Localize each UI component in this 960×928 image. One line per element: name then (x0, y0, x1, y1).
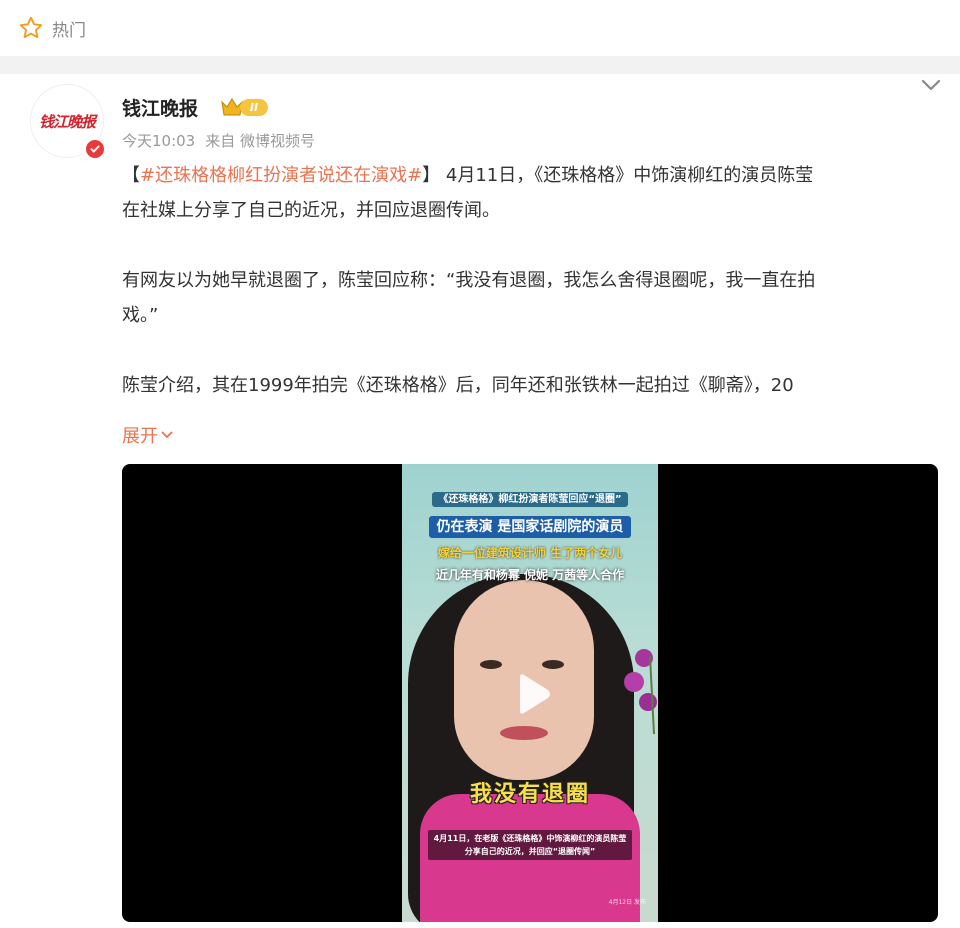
expand-button[interactable]: 展开 (122, 422, 174, 448)
video-caption-bottom: 4月11日，在老版《还珠格格》中饰演柳红的演员陈莹 分享自己的近况，并回应“退圈… (402, 830, 658, 860)
logo-text: 钱江晚报 (38, 112, 96, 131)
video-caption-blue-text: 仍在表演 是国家话剧院的演员 (428, 516, 632, 538)
bracket-open: 【 (122, 165, 140, 186)
video-caption-top-text: 《还珠格格》柳红扮演者陈莹回应“退圈” (432, 492, 628, 507)
post-text-1: 4月11日，《还珠格格》中饰演柳红的演员陈莹 (445, 165, 814, 186)
verified-icon (84, 138, 106, 160)
video-date-mark: 4月12日 发布 (608, 899, 646, 906)
source-prefix: 来自 (205, 132, 236, 150)
post-body: 【#还珠格格柳红扮演者说还在演戏#】 4月11日，《还珠格格》中饰演柳红的演员陈… (122, 158, 942, 403)
chevron-down-icon[interactable] (918, 74, 944, 96)
video-subtitle: 我没有退圈 (469, 782, 590, 807)
play-icon[interactable] (506, 669, 556, 719)
hot-header: 热门 (0, 0, 960, 56)
post-line: 陈莹介绍，其在1999年拍完《还珠格格》后，同年还和张铁林一起拍过《聊斋》，20 (122, 375, 794, 396)
orchid-decoration (624, 649, 657, 735)
vip-badge[interactable]: II (220, 96, 268, 118)
video-caption-yellow: 嫁给一位建筑设计师 生了两个女儿 (437, 546, 623, 560)
post-time[interactable]: 今天10:03 (122, 130, 195, 151)
post-line: 在社媒上分享了自己的近况，并回应退圈传闻。 (122, 200, 500, 221)
post-meta: 今天10:03 来自 微博视频号 (122, 130, 315, 151)
section-divider (0, 56, 960, 74)
video-caption-blue: 仍在表演 是国家话剧院的演员 (402, 516, 658, 538)
post-line: 有网友以为她早就退圈了，陈莹回应称：“我没有退圈，我怎么舍得退圈呢，我一直在拍 (122, 270, 816, 291)
user-name[interactable]: 钱江晚报 (122, 94, 198, 121)
video-person-eye (542, 660, 564, 669)
vip-level: II (240, 98, 268, 116)
chevron-down-icon (161, 431, 173, 438)
post-line: 戏。” (122, 305, 159, 326)
bracket-close: 】 (422, 165, 441, 186)
video-person-lips (500, 726, 548, 740)
video-player[interactable]: 《还珠格格》柳红扮演者陈莹回应“退圈” 仍在表演 是国家话剧院的演员 嫁给一位建… (122, 464, 938, 922)
video-caption-bottom-line: 4月11日，在老版《还珠格格》中饰演柳红的演员陈莹 (433, 834, 627, 843)
video-caption-white: 近几年有和杨幂 倪妮 万茜等人合作 (435, 568, 625, 582)
video-caption-bottom-line: 分享自己的近况，并回应“退圈传闻” (464, 847, 596, 856)
star-icon (19, 16, 43, 39)
video-person-eye (480, 660, 502, 669)
avatar[interactable]: 钱江晚报 (30, 84, 108, 162)
source-name[interactable]: 微博视频号 (240, 132, 315, 150)
hashtag-link[interactable]: #还珠格格柳红扮演者说还在演戏# (140, 165, 422, 186)
video-caption-top: 《还珠格格》柳红扮演者陈莹回应“退圈” (402, 490, 658, 507)
video-caption-bottom-box: 4月11日，在老版《还珠格格》中饰演柳红的演员陈莹 分享自己的近况，并回应“退圈… (427, 830, 633, 860)
hot-label: 热门 (52, 20, 86, 41)
post-line: 【#还珠格格柳红扮演者说还在演戏#】 4月11日，《还珠格格》中饰演柳红的演员陈… (122, 158, 942, 193)
post-source: 来自 微博视频号 (205, 130, 315, 151)
expand-label: 展开 (122, 426, 158, 447)
